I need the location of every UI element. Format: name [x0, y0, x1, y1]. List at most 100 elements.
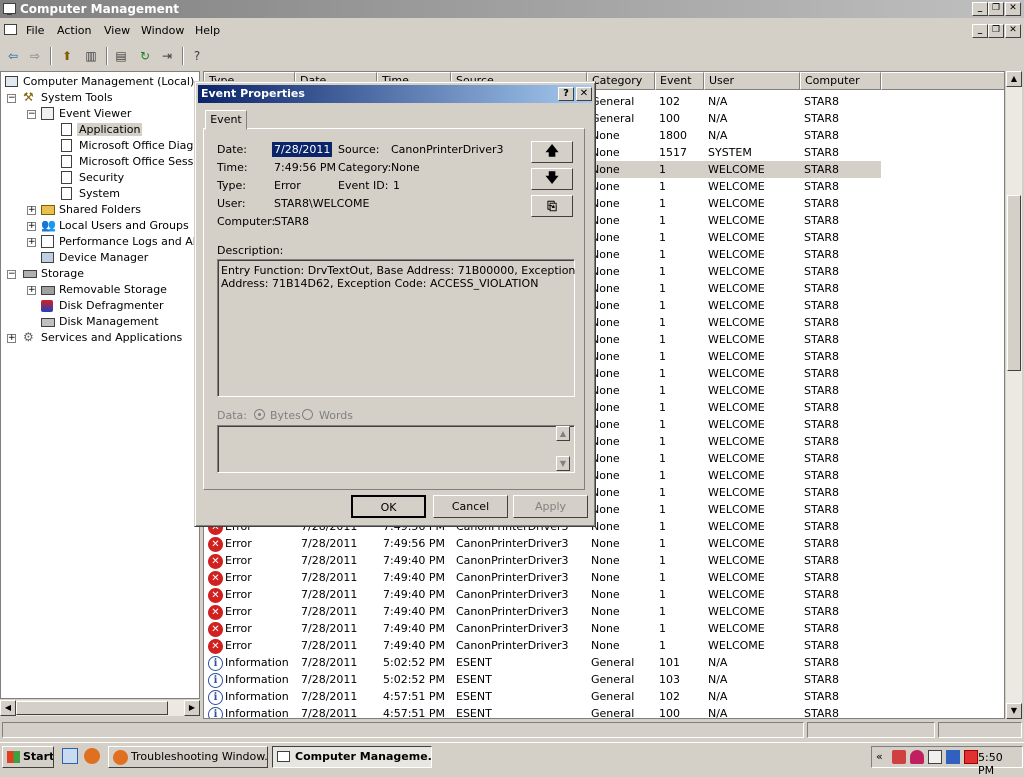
scroll-thumb[interactable]	[16, 701, 168, 715]
next-event-button[interactable]: 🡇	[531, 168, 573, 190]
quick-launch-desktop-icon[interactable]	[62, 748, 78, 764]
expand-icon[interactable]: +	[27, 238, 36, 247]
dialog-title-bar[interactable]: Event Properties ? ✕	[198, 85, 592, 103]
table-row[interactable]: ✕ Error 7/28/2011 7:49:40 PM CanonPrinterDri…	[204, 620, 1004, 637]
collapse-icon[interactable]: −	[7, 94, 16, 103]
data-scroll-down-icon[interactable]: ▼	[556, 456, 570, 471]
scroll-down-icon[interactable]: ▼	[1006, 703, 1022, 719]
event-id-value[interactable]: 1	[393, 179, 400, 192]
child-restore-button[interactable]: ❐	[988, 24, 1004, 38]
table-row[interactable]: ✕ Error 7/28/2011 7:49:40 PM CanonPrinterDri…	[204, 552, 1004, 569]
event-properties-dialog[interactable]: Event Properties ? ✕ Event Date: 7/28/20…	[194, 81, 596, 527]
tray-network-icon[interactable]	[928, 750, 942, 764]
cell-event: 1	[659, 180, 666, 193]
dialog-help-button[interactable]: ?	[558, 87, 574, 101]
cell-computer: STAR8	[804, 435, 840, 448]
mdi-child-icon[interactable]	[4, 24, 17, 35]
start-button[interactable]: Start	[2, 746, 54, 768]
expand-icon[interactable]: +	[7, 334, 16, 343]
words-radio[interactable]	[302, 409, 313, 420]
copy-button[interactable]: ⎘	[531, 195, 573, 217]
taskbar-button-troubleshooting[interactable]: Troubleshooting Window...	[108, 746, 268, 768]
table-row[interactable]: i Information 7/28/2011 5:02:52 PM ESENT Gene…	[204, 654, 1004, 671]
minimize-button[interactable]: _	[972, 2, 988, 16]
collapse-icon[interactable]: −	[27, 110, 36, 119]
cell-user: WELCOME	[708, 622, 765, 635]
child-close-button[interactable]: ✕	[1005, 24, 1021, 38]
table-row[interactable]: ✕Error 7/28/2011 7:49:56 PM CanonPrinterDri…	[204, 535, 1004, 552]
tray-lock-icon[interactable]	[964, 750, 978, 764]
child-minimize-button[interactable]: _	[972, 24, 988, 38]
tree-horizontal-scrollbar[interactable]: ◀ ▶	[0, 700, 200, 716]
tray-expand-icon[interactable]: «	[876, 750, 883, 763]
time-value[interactable]: 7:49:56 PM	[274, 161, 336, 174]
cell-computer: STAR8	[804, 554, 840, 567]
table-row[interactable]: ✕ Error 7/28/2011 7:49:40 PM CanonPrinterDri…	[204, 637, 1004, 654]
taskbar-button-computer-management[interactable]: Computer Manageme...	[272, 746, 432, 768]
menu-view[interactable]: View	[104, 24, 130, 37]
quick-launch-firefox-icon[interactable]	[84, 748, 100, 764]
table-row[interactable]: i Information 7/28/2011 4:57:51 PM ESENT Gene…	[204, 705, 1004, 718]
tray-app-icon[interactable]	[946, 750, 960, 764]
expand-icon[interactable]: +	[27, 206, 36, 215]
menu-help[interactable]: Help	[195, 24, 220, 37]
table-row[interactable]: ✕ Error 7/28/2011 7:49:40 PM CanonPrinterDri…	[204, 569, 1004, 586]
error-icon: ✕	[208, 537, 223, 552]
data-box[interactable]: ▲ ▼	[217, 425, 575, 473]
previous-event-button[interactable]: 🡅	[531, 141, 573, 163]
clock[interactable]: 5:50 PM	[978, 751, 1022, 777]
show-hide-tree-icon[interactable]: ▥	[82, 47, 100, 65]
table-row[interactable]: ✕ Error 7/28/2011 7:49:40 PM CanonPrinterDri…	[204, 586, 1004, 603]
expand-icon[interactable]: +	[27, 222, 36, 231]
data-scroll-up-icon[interactable]: ▲	[556, 426, 570, 441]
tray-security-icon[interactable]	[892, 750, 906, 764]
user-value[interactable]: STAR8\WELCOME	[274, 197, 369, 210]
type-value[interactable]: Error	[274, 179, 301, 192]
category-value[interactable]: None	[391, 161, 420, 174]
scroll-up-icon[interactable]: ▲	[1006, 71, 1022, 87]
list-vertical-scrollbar[interactable]: ▲ ▼	[1006, 71, 1022, 719]
table-row[interactable]: i Information 7/28/2011 4:57:51 PM ESENT Gene…	[204, 688, 1004, 705]
menu-window[interactable]: Window	[141, 24, 184, 37]
cell-computer: STAR8	[804, 367, 840, 380]
menu-file[interactable]: File	[26, 24, 44, 37]
help-icon[interactable]: ?	[188, 47, 206, 65]
collapse-icon[interactable]: −	[7, 270, 16, 279]
column-header-category[interactable]: Category	[587, 72, 655, 90]
back-arrow-icon[interactable]: ⇦	[4, 47, 22, 65]
firefox-icon	[113, 750, 128, 765]
console-tree[interactable]: Computer Management (Local) − ⚒ System T…	[0, 71, 200, 699]
properties-icon[interactable]: ▤	[112, 47, 130, 65]
maximize-button[interactable]: ❐	[988, 2, 1004, 16]
menu-action[interactable]: Action	[57, 24, 91, 37]
forward-arrow-icon[interactable]: ⇨	[26, 47, 44, 65]
scroll-right-icon[interactable]: ▶	[184, 700, 200, 716]
dialog-close-button[interactable]: ✕	[576, 87, 592, 101]
date-value[interactable]: 7/28/2011	[272, 142, 333, 157]
table-row[interactable]: i Information 7/28/2011 5:02:52 PM ESENT Gene…	[204, 671, 1004, 688]
refresh-icon[interactable]: ↻	[136, 47, 154, 65]
cell-computer: STAR8	[804, 503, 840, 516]
tray-shield-icon[interactable]	[910, 750, 924, 764]
close-button[interactable]: ✕	[1005, 2, 1021, 16]
scroll-thumb[interactable]	[1007, 195, 1021, 371]
up-folder-icon[interactable]: ⬆	[58, 47, 76, 65]
scroll-left-icon[interactable]: ◀	[0, 700, 16, 716]
apply-button[interactable]: Apply	[513, 495, 588, 518]
cell-computer: STAR8	[804, 299, 840, 312]
table-row[interactable]: ✕ Error 7/28/2011 7:49:40 PM CanonPrinterDri…	[204, 603, 1004, 620]
column-header-computer[interactable]: Computer	[800, 72, 881, 90]
cell-computer: STAR8	[804, 673, 840, 686]
tab-event[interactable]: Event	[205, 110, 247, 130]
column-header-user[interactable]: User	[704, 72, 800, 90]
expand-icon[interactable]: +	[27, 286, 36, 295]
export-list-icon[interactable]: ⇥	[158, 47, 176, 65]
ok-button[interactable]: OK	[351, 495, 426, 518]
cancel-button[interactable]: Cancel	[433, 495, 508, 518]
computer-value[interactable]: STAR8	[274, 215, 309, 228]
column-header-event[interactable]: Event	[655, 72, 704, 90]
description-box[interactable]: Entry Function: DrvTextOut, Base Address…	[217, 259, 575, 397]
main-title-bar[interactable]: Computer Management _ ❐ ✕	[0, 0, 1024, 18]
source-value[interactable]: CanonPrinterDriver3	[391, 143, 504, 156]
bytes-radio[interactable]	[254, 409, 265, 420]
